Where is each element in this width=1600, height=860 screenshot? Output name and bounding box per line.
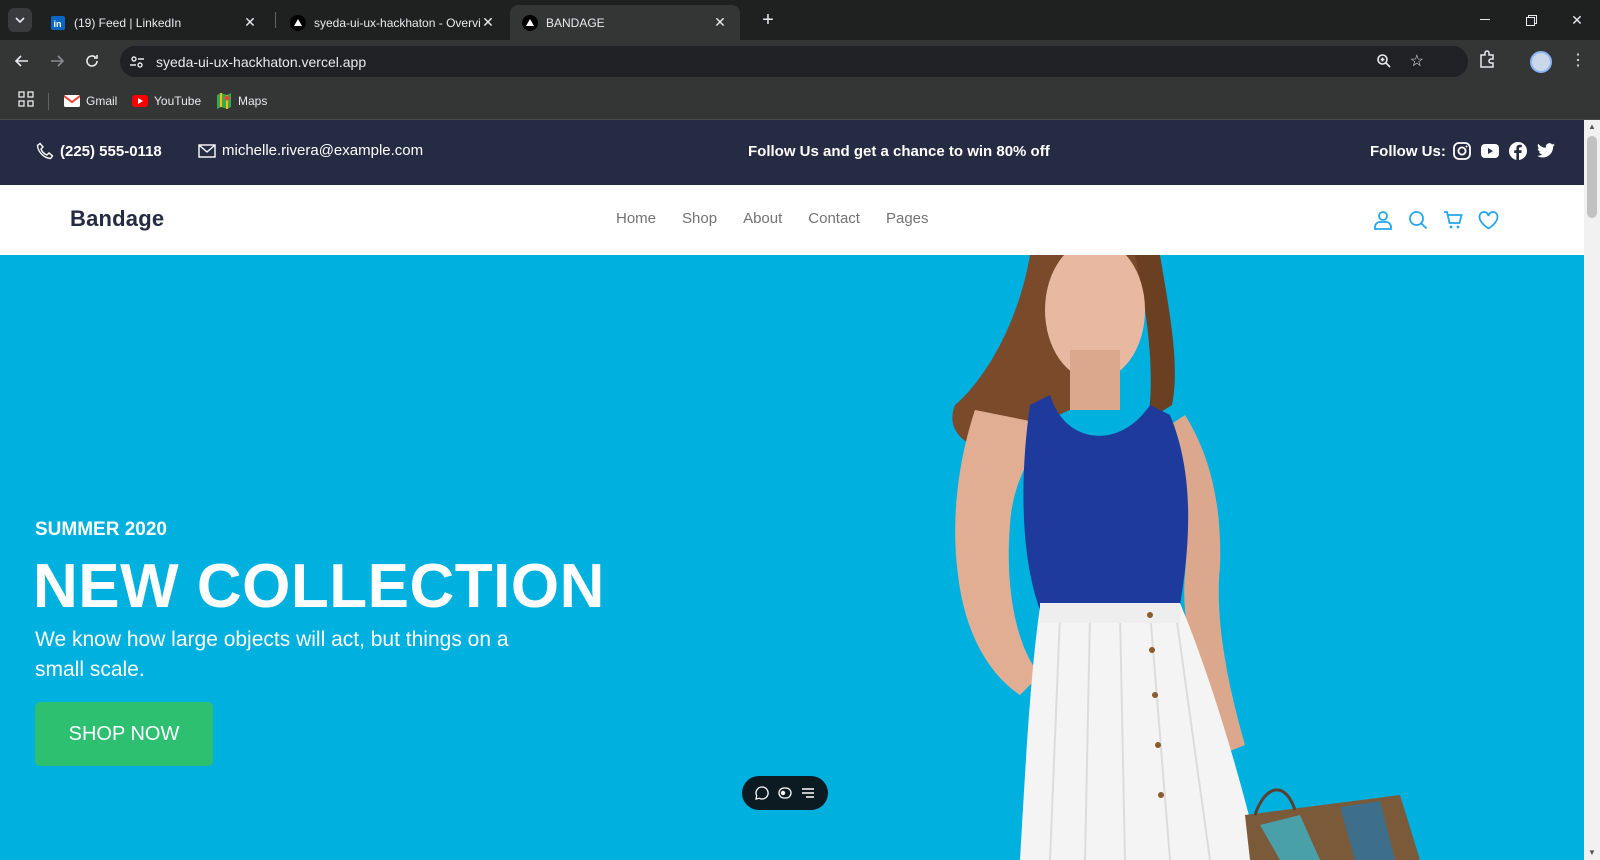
close-tab-icon[interactable]: ✕ bbox=[242, 14, 258, 31]
mail-icon bbox=[198, 143, 216, 158]
main-nav: Home Shop About Contact Pages bbox=[616, 210, 955, 227]
promo-text: Follow Us and get a chance to win 80% of… bbox=[748, 143, 1050, 160]
address-bar[interactable]: syeda-ui-ux-hackhaton.vercel.app ☆ bbox=[120, 46, 1468, 77]
twitter-icon[interactable] bbox=[1536, 141, 1556, 161]
vercel-icon bbox=[522, 14, 538, 31]
bookmark-label: Gmail bbox=[86, 94, 118, 108]
page-viewport: (225) 555-0118 michelle.rivera@example.c… bbox=[0, 120, 1584, 860]
bookmark-maps[interactable]: Maps bbox=[216, 92, 267, 110]
browser-toolbar: syeda-ui-ux-hackhaton.vercel.app ☆ ⋮ bbox=[0, 40, 1600, 83]
phone-number: (225) 555-0118 bbox=[60, 142, 162, 160]
vercel-feedback-toolbar bbox=[742, 776, 828, 810]
close-tab-icon[interactable]: ✕ bbox=[712, 14, 728, 31]
new-tab-plus-icon[interactable]: + bbox=[758, 10, 778, 30]
hero-model-image bbox=[952, 255, 1420, 860]
gmail-icon bbox=[64, 93, 80, 109]
tab-title: (19) Feed | LinkedIn bbox=[74, 15, 182, 30]
top-info-bar: (225) 555-0118 michelle.rivera@example.c… bbox=[0, 120, 1584, 185]
brand-logo[interactable]: Bandage bbox=[70, 206, 164, 232]
tab-linkedin[interactable]: in (19) Feed | LinkedIn ✕ bbox=[38, 5, 270, 40]
minimize-icon[interactable] bbox=[1462, 0, 1508, 40]
follow-us-label: Follow Us: bbox=[1370, 143, 1446, 160]
tab-title: BANDAGE bbox=[546, 15, 605, 30]
restore-icon[interactable] bbox=[1508, 0, 1554, 40]
comment-icon[interactable] bbox=[754, 785, 770, 801]
apps-grid-icon[interactable] bbox=[18, 91, 34, 112]
scroll-up-arrow-icon[interactable]: ▲ bbox=[1584, 120, 1600, 134]
hero-description: We know how large objects will act, but … bbox=[35, 628, 509, 681]
bookmark-youtube[interactable]: YouTube bbox=[132, 92, 201, 110]
zoom-icon[interactable] bbox=[1376, 53, 1392, 74]
reload-icon[interactable] bbox=[80, 49, 104, 73]
tab-vercel-overview[interactable]: syeda-ui-ux-hackhaton - Overview ✕ bbox=[278, 5, 508, 40]
url-text[interactable]: syeda-ui-ux-hackhaton.vercel.app bbox=[156, 54, 366, 70]
extensions-puzzle-icon[interactable] bbox=[1478, 50, 1496, 73]
nav-contact[interactable]: Contact bbox=[808, 210, 860, 227]
youtube-icon bbox=[132, 93, 148, 109]
site-info-icon[interactable] bbox=[128, 53, 146, 71]
close-tab-icon[interactable]: ✕ bbox=[480, 14, 496, 31]
email-address: michelle.rivera@example.com bbox=[222, 142, 424, 159]
bookmark-separator bbox=[48, 93, 49, 110]
nav-home[interactable]: Home bbox=[616, 210, 656, 227]
phone-icon bbox=[36, 142, 54, 160]
page-scrollbar[interactable]: ▲ ▼ bbox=[1584, 120, 1600, 860]
back-arrow-icon[interactable] bbox=[10, 49, 34, 73]
user-icon[interactable] bbox=[1372, 209, 1394, 231]
nav-pages[interactable]: Pages bbox=[886, 210, 929, 227]
browser-menu-icon[interactable]: ⋮ bbox=[1570, 50, 1586, 70]
youtube-icon[interactable] bbox=[1480, 141, 1500, 161]
search-icon[interactable] bbox=[1407, 209, 1429, 231]
cart-icon[interactable] bbox=[1442, 209, 1464, 231]
browser-tab-bar: in (19) Feed | LinkedIn ✕ syeda-ui-ux-ha… bbox=[0, 0, 1600, 40]
profile-avatar[interactable] bbox=[1530, 51, 1552, 73]
bookmarks-bar: Gmail YouTube Maps bbox=[0, 83, 1600, 120]
facebook-icon[interactable] bbox=[1508, 141, 1528, 161]
menu-lines-icon[interactable] bbox=[800, 785, 816, 801]
phone-contact[interactable]: (225) 555-0118 bbox=[36, 142, 162, 160]
email-contact[interactable]: michelle.rivera@example.com bbox=[198, 142, 423, 159]
tab-bandage[interactable]: BANDAGE ✕ bbox=[510, 5, 740, 40]
hero-season-label: SUMMER 2020 bbox=[35, 519, 167, 540]
maps-icon bbox=[216, 93, 232, 109]
linkedin-icon: in bbox=[50, 15, 66, 31]
tab-title: syeda-ui-ux-hackhaton - Overview bbox=[314, 15, 480, 30]
hero-headline: NEW COLLECTION bbox=[33, 552, 605, 621]
bookmark-gmail[interactable]: Gmail bbox=[64, 92, 117, 110]
bookmark-label: Maps bbox=[238, 94, 268, 108]
close-window-icon[interactable]: ✕ bbox=[1554, 0, 1600, 40]
bookmark-star-icon[interactable]: ☆ bbox=[1410, 51, 1424, 71]
tab-separator bbox=[275, 12, 276, 28]
vercel-icon bbox=[290, 14, 306, 31]
nav-about[interactable]: About bbox=[743, 210, 782, 227]
scrollbar-thumb[interactable] bbox=[1587, 136, 1597, 218]
shop-now-button[interactable]: SHOP NOW bbox=[35, 702, 213, 766]
scroll-down-arrow-icon[interactable]: ▼ bbox=[1584, 846, 1600, 860]
toggle-icon[interactable] bbox=[777, 785, 793, 801]
hero-banner: SUMMER 2020 NEW COLLECTION We know how l… bbox=[0, 255, 1584, 860]
instagram-icon[interactable] bbox=[1452, 141, 1472, 161]
nav-shop[interactable]: Shop bbox=[682, 210, 717, 227]
forward-arrow-icon[interactable] bbox=[45, 49, 69, 73]
tab-search-chevron-icon[interactable] bbox=[8, 8, 32, 32]
heart-icon[interactable] bbox=[1477, 209, 1499, 231]
bookmark-label: YouTube bbox=[154, 94, 202, 108]
svg-text:in: in bbox=[54, 19, 62, 29]
site-header: Bandage Home Shop About Contact Pages bbox=[0, 185, 1584, 255]
